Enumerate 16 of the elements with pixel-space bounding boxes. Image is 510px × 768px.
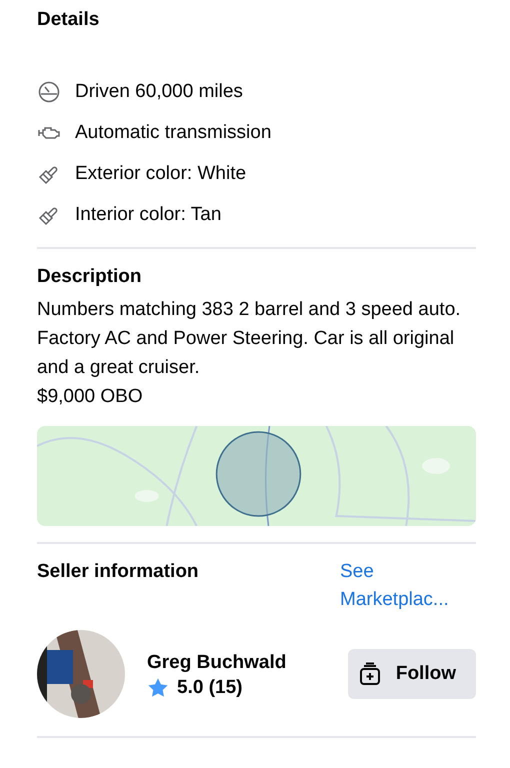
section-title: Seller information (37, 560, 199, 584)
detail-text: Interior color: Tan (75, 203, 222, 227)
star-icon (147, 677, 169, 699)
detail-text: Exterior color: White (75, 162, 246, 186)
detail-text: Automatic transmission (75, 121, 272, 145)
follow-button[interactable]: Follow (348, 649, 476, 699)
rating-text: 5.0 (15) (177, 677, 242, 699)
seller-name: Greg Buchwald (147, 651, 288, 675)
detail-text: Driven 60,000 miles (75, 80, 243, 104)
section-title: Description (37, 265, 143, 289)
section-title: Details (37, 8, 100, 32)
speedometer-icon (37, 80, 61, 104)
description-text: Numbers matching 383 2 barrel and 3 speed auto. Factory AC and Power Steering. Car is all original and a great cruiser. (37, 298, 462, 380)
marketplace-link[interactable]: See Marketplac... (340, 558, 476, 614)
description-text: $9,000 OBO (37, 385, 144, 409)
follow-icon (358, 662, 382, 686)
